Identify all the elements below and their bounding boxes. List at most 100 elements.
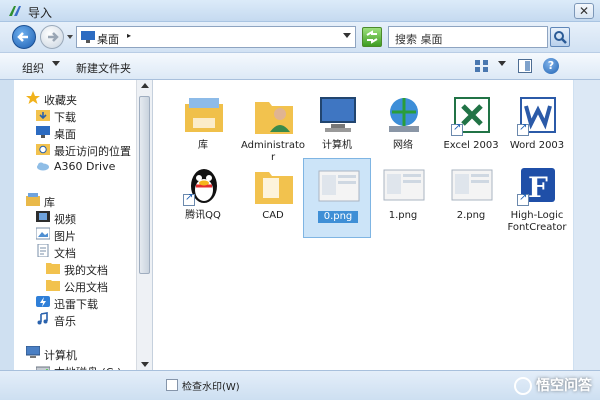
nav-item-label: 桌面 (54, 128, 76, 141)
image-thumbnail-icon (383, 164, 425, 206)
nav-item[interactable]: 收藏夹 (14, 90, 144, 107)
file-item[interactable]: Administrator (239, 88, 307, 168)
watermark-text: 悟空问答 (536, 378, 592, 394)
file-item[interactable]: 0.png (303, 158, 371, 238)
hard-drive-icon (35, 363, 51, 370)
library-folder-icon (183, 94, 225, 136)
import-app-icon (9, 6, 21, 16)
file-item[interactable]: 腾讯QQ (169, 158, 237, 238)
nav-item[interactable]: 计算机 (14, 345, 144, 362)
nav-item[interactable]: 本地磁盘 (C:) (14, 362, 144, 370)
desktop-icon (36, 125, 50, 138)
cloud-drive-icon (36, 159, 50, 172)
nav-scrollbar[interactable] (136, 80, 152, 370)
file-item[interactable]: F High-Logic FontCreator (503, 158, 571, 238)
image-thumbnail-icon (318, 165, 360, 207)
command-toolbar: 组织 新建文件夹 ? (0, 52, 600, 80)
nav-item[interactable]: A360 Drive (14, 158, 144, 175)
folder-icon (46, 261, 60, 274)
file-name: 0.png (318, 211, 358, 223)
nav-item[interactable]: 迅雷下载 (14, 294, 144, 311)
nav-item-label: 我的文档 (64, 264, 108, 277)
watermark: 悟空问答 (514, 375, 592, 395)
svg-text:F: F (528, 171, 548, 204)
nav-item[interactable]: 图片 (14, 226, 144, 243)
nav-item-label: 图片 (54, 230, 76, 243)
scroll-up-icon[interactable] (141, 82, 149, 88)
nav-item-label: 视频 (54, 213, 76, 226)
shortcut-arrow-icon (517, 122, 529, 136)
help-icon[interactable]: ? (543, 58, 559, 74)
nav-item-label: 迅雷下载 (54, 298, 98, 311)
nav-item-label: 公用文档 (64, 281, 108, 294)
scroll-down-icon[interactable] (141, 362, 149, 368)
nav-item[interactable]: 桌面 (14, 124, 144, 141)
file-name: Excel 2003 (443, 140, 499, 151)
refresh-icon (366, 30, 378, 44)
nav-item[interactable]: 库 (14, 192, 144, 209)
address-input[interactable]: 桌面 ▸ (76, 26, 356, 48)
qq-penguin-icon (183, 164, 225, 206)
file-name: 腾讯QQ (185, 210, 221, 221)
chevron-right-icon[interactable]: ▸ (127, 31, 131, 40)
close-button[interactable]: ✕ (574, 3, 594, 19)
chevron-down-icon[interactable] (498, 61, 506, 67)
nav-item[interactable]: 我的文档 (14, 260, 144, 277)
excel-icon (451, 94, 493, 136)
scrollbar-thumb[interactable] (139, 96, 150, 274)
file-item[interactable]: CAD (239, 158, 307, 238)
music-library-icon (36, 312, 50, 325)
new-folder-button[interactable]: 新建文件夹 (76, 60, 131, 76)
computer-icon (25, 345, 41, 359)
organize-menu[interactable]: 组织 (22, 60, 44, 76)
refresh-button[interactable] (362, 27, 382, 47)
back-button[interactable] (12, 25, 36, 49)
navigation-pane: 收藏夹下载桌面 最近访问的位置 A360 Drive 库视频图片 文档我的文档公用文档迅… (14, 80, 150, 370)
network-icon (383, 94, 425, 136)
search-icon (554, 31, 567, 44)
video-library-icon (36, 210, 50, 223)
file-name: CAD (262, 210, 284, 221)
search-button[interactable] (550, 27, 570, 47)
file-list: 库 Administrator 计算机 网络 Excel 2003 Word 2003 腾讯… (152, 80, 573, 370)
search-input[interactable]: 搜索 桌面 (388, 26, 548, 48)
recent-places-icon (36, 142, 50, 155)
nav-item-label: 音乐 (54, 315, 76, 328)
shortcut-arrow-icon (183, 192, 195, 206)
file-item[interactable]: Word 2003 (503, 88, 571, 168)
recent-pages-dropdown[interactable] (66, 32, 74, 42)
fontcreator-icon: F (517, 164, 559, 206)
nav-item-label: 下载 (54, 111, 76, 124)
title-bar: 导入 ✕ (0, 0, 600, 22)
file-name: 计算机 (322, 140, 352, 151)
nav-item[interactable]: 音乐 (14, 311, 144, 328)
file-name: 库 (198, 140, 208, 151)
nav-item[interactable]: 公用文档 (14, 277, 144, 294)
forward-button[interactable] (40, 25, 64, 49)
word-icon (517, 94, 559, 136)
file-item[interactable]: Excel 2003 (437, 88, 505, 168)
view-options-icon[interactable] (474, 59, 490, 73)
nav-item[interactable]: 最近访问的位置 (14, 141, 144, 158)
wukong-logo-icon (514, 377, 532, 395)
nav-item[interactable]: 视频 (14, 209, 144, 226)
search-placeholder: 搜索 桌面 (395, 33, 443, 46)
check-watermark-checkbox[interactable] (166, 379, 178, 391)
arrow-right-icon (48, 32, 59, 42)
address-bar: 桌面 ▸ 搜索 桌面 (0, 22, 600, 52)
preview-pane-button[interactable] (518, 59, 532, 73)
file-item[interactable]: 2.png (437, 158, 505, 238)
documents-library-icon (36, 243, 50, 258)
nav-item[interactable]: 下载 (14, 107, 144, 124)
file-item[interactable]: 网络 (369, 88, 437, 168)
nav-item[interactable]: 文档 (14, 243, 144, 260)
pictures-library-icon (35, 227, 51, 240)
file-item[interactable]: 1.png (369, 158, 437, 238)
desktop-icon (81, 31, 95, 43)
shortcut-arrow-icon (451, 122, 463, 136)
chevron-down-icon[interactable] (343, 33, 351, 39)
arrow-left-icon (17, 32, 28, 42)
file-item[interactable]: 库 (169, 88, 237, 168)
nav-item-label: 计算机 (44, 349, 77, 362)
file-item[interactable]: 计算机 (303, 88, 371, 168)
